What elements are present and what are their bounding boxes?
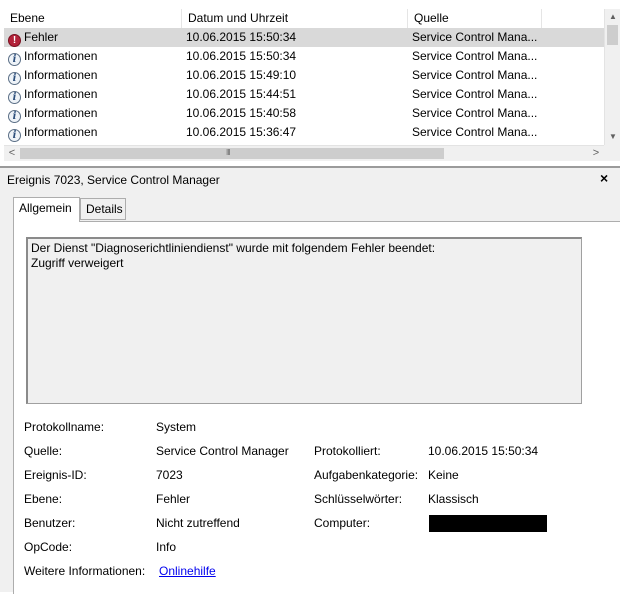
opcode-value: Info: [156, 540, 177, 554]
column-header-level[interactable]: Ebene: [4, 9, 182, 28]
info-icon: i: [8, 72, 21, 85]
row-level: Informationen: [24, 106, 98, 120]
tab-general[interactable]: Allgemein: [13, 197, 80, 222]
row-source: Service Control Mana...: [412, 68, 538, 82]
tab-content: Der Dienst "Diagnoserichtliniendienst" w…: [13, 221, 620, 594]
row-source: Service Control Mana...: [412, 106, 538, 120]
user-label: Benutzer:: [24, 516, 76, 530]
task-category-value: Keine: [428, 468, 459, 482]
row-date: 10.06.2015 15:40:58: [186, 106, 297, 120]
eventid-label: Ereignis-ID:: [24, 468, 87, 482]
column-header-date[interactable]: Datum und Uhrzeit: [182, 9, 408, 28]
info-icon: i: [8, 91, 21, 104]
table-row[interactable]: i Informationen 10.06.2015 15:49:10 Servi…: [4, 66, 604, 85]
logged-value: 10.06.2015 15:50:34: [428, 444, 539, 458]
logname-value: System: [156, 420, 197, 434]
row-source: Service Control Mana...: [412, 49, 538, 63]
scroll-left-icon[interactable]: <: [4, 146, 20, 162]
panel-title: Ereignis 7023, Service Control Manager: [7, 173, 220, 187]
vertical-scrollbar[interactable]: ▲ ▼: [604, 9, 620, 145]
table-row[interactable]: i Informationen 10.06.2015 15:50:34 Servi…: [4, 47, 604, 66]
keywords-value: Klassisch: [428, 492, 479, 506]
source-label: Quelle:: [24, 444, 63, 458]
row-level: Fehler: [24, 30, 59, 44]
close-icon[interactable]: ×: [600, 170, 608, 186]
table-row[interactable]: i Informationen 10.06.2015 15:36:47 Servi…: [4, 123, 604, 142]
computer-value-redacted: [429, 515, 547, 532]
level-value: Fehler: [156, 492, 191, 506]
logname-label: Protokollname:: [24, 420, 105, 434]
scroll-up-icon[interactable]: ▲: [605, 9, 620, 25]
row-date: 10.06.2015 15:50:34: [186, 49, 297, 63]
level-label: Ebene:: [24, 492, 63, 506]
row-source: Service Control Mana...: [412, 125, 538, 139]
table-row[interactable]: i Informationen 10.06.2015 15:40:58 Servi…: [4, 104, 604, 123]
horizontal-scrollbar[interactable]: < III >: [4, 145, 604, 161]
eventid-value: 7023: [156, 468, 183, 482]
error-icon: !: [8, 34, 21, 47]
user-value: Nicht zutreffend: [156, 516, 240, 530]
keywords-label: Schlüsselwörter:: [314, 492, 403, 506]
scroll-grip-icon: III: [226, 148, 231, 157]
column-header-source[interactable]: Quelle: [408, 9, 542, 28]
vertical-scroll-thumb[interactable]: [607, 25, 618, 45]
source-value: Service Control Manager: [156, 444, 289, 458]
scrollbar-corner: [604, 145, 620, 161]
row-date: 10.06.2015 15:36:47: [186, 125, 297, 139]
row-date: 10.06.2015 15:44:51: [186, 87, 297, 101]
row-level: Informationen: [24, 49, 98, 63]
computer-label: Computer:: [314, 516, 371, 530]
row-date: 10.06.2015 15:50:34: [186, 30, 297, 44]
table-row[interactable]: ! Fehler 10.06.2015 15:50:34 Service Cont…: [4, 28, 604, 47]
online-help-link[interactable]: Onlinehilfe: [159, 564, 216, 578]
opcode-label: OpCode:: [24, 540, 73, 554]
info-icon: i: [8, 129, 21, 142]
task-category-label: Aufgabenkategorie:: [314, 468, 419, 482]
row-level: Informationen: [24, 125, 98, 139]
moreinfo-label: Weitere Informationen:: [24, 564, 146, 578]
list-header: Ebene Datum und Uhrzeit Quelle: [4, 9, 604, 29]
event-list: Ebene Datum und Uhrzeit Quelle ! Fehler 1…: [0, 0, 620, 163]
row-source: Service Control Mana...: [412, 87, 538, 101]
info-icon: i: [8, 110, 21, 123]
row-level: Informationen: [24, 68, 98, 82]
logged-label: Protokolliert:: [314, 444, 381, 458]
info-icon: i: [8, 53, 21, 66]
horizontal-scroll-thumb[interactable]: [20, 148, 444, 159]
event-message[interactable]: Der Dienst "Diagnoserichtliniendienst" w…: [26, 237, 582, 404]
tab-details[interactable]: Details: [80, 198, 126, 220]
table-row[interactable]: i Informationen 10.06.2015 15:44:51 Servi…: [4, 85, 604, 104]
scroll-down-icon[interactable]: ▼: [605, 129, 620, 145]
scroll-right-icon[interactable]: >: [588, 146, 604, 162]
event-rows: ! Fehler 10.06.2015 15:50:34 Service Cont…: [4, 28, 604, 142]
row-level: Informationen: [24, 87, 98, 101]
row-source: Service Control Mana...: [412, 30, 538, 44]
row-date: 10.06.2015 15:49:10: [186, 68, 297, 82]
